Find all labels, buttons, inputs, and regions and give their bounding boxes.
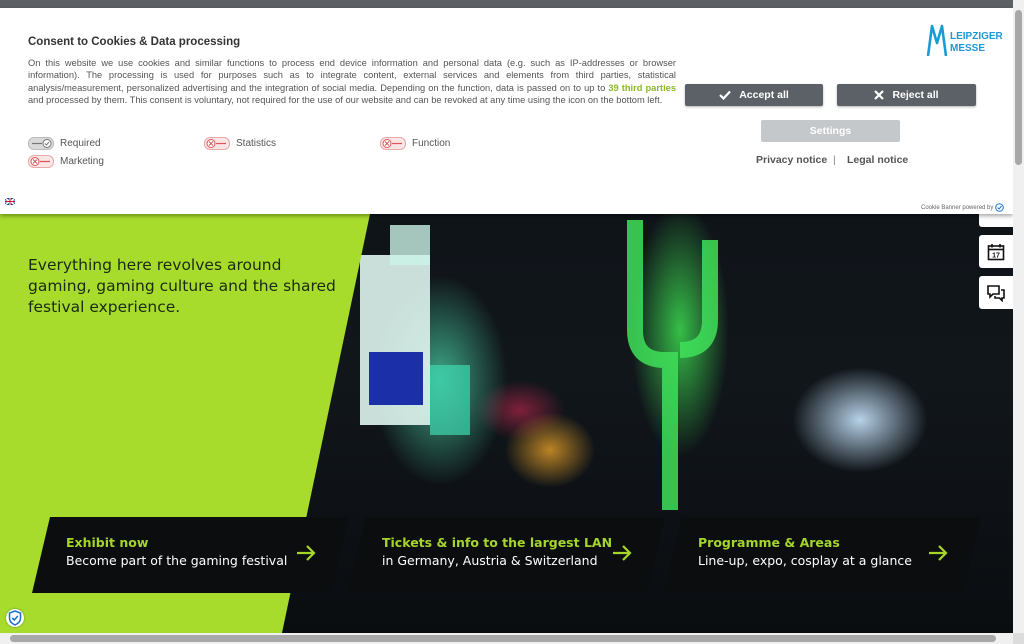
chat-button[interactable]	[979, 276, 1013, 309]
browser-top-strip	[0, 0, 1013, 8]
uk-flag-icon[interactable]	[5, 198, 15, 205]
toggle-label: Function	[412, 138, 451, 149]
third-parties-link[interactable]: 39 third parties	[608, 83, 676, 93]
cookie-banner: Consent to Cookies & Data processing On …	[0, 8, 1013, 214]
horizontal-scroll-thumb[interactable]	[10, 635, 996, 642]
toggle-switch	[28, 155, 54, 168]
leipziger-messe-logo[interactable]: LEIPZIGER MESSE	[926, 23, 1006, 64]
tile-subtitle: Line-up, expo, cosplay at a glance	[698, 553, 912, 568]
shield-check-icon	[8, 610, 22, 626]
tile-title: Programme & Areas	[698, 535, 840, 550]
shield-check-icon	[995, 203, 1005, 212]
links-separator: |	[833, 154, 836, 166]
toggle-function[interactable]: Function	[380, 137, 450, 150]
toggle-marketing[interactable]: Marketing	[28, 155, 104, 168]
settings-button[interactable]: Settings	[761, 120, 900, 142]
tile-subtitle: Become part of the gaming festival	[66, 553, 288, 568]
svg-text:MESSE: MESSE	[950, 43, 985, 54]
arrow-right-icon	[929, 545, 948, 561]
arrow-right-icon	[297, 545, 316, 561]
toggle-switch	[28, 137, 54, 150]
horizontal-scrollbar[interactable]	[0, 633, 1013, 644]
arrow-right-icon	[613, 545, 632, 561]
tile-programme-areas[interactable]: Programme & Areas Line-up, expo, cosplay…	[664, 517, 981, 593]
calendar-icon: 17	[987, 243, 1005, 260]
toggle-switch	[380, 137, 406, 150]
tile-title: Tickets & info to the largest LAN	[382, 535, 613, 550]
powered-by-label: Cookie Banner powered by	[921, 203, 1005, 212]
legal-notice-link[interactable]: Legal notice	[847, 154, 908, 166]
toggle-required[interactable]: Required	[28, 137, 101, 150]
cookie-description: On this website we use cookies and simil…	[28, 58, 676, 105]
toggle-statistics[interactable]: Statistics	[204, 137, 276, 150]
cookie-title: Consent to Cookies & Data processing	[28, 36, 241, 48]
scrollbar-corner	[1013, 633, 1024, 644]
checkmark-icon	[719, 90, 731, 100]
privacy-notice-link[interactable]: Privacy notice	[756, 154, 827, 166]
calendar-button[interactable]: 17	[979, 235, 1013, 268]
accept-all-button[interactable]: Accept all	[685, 84, 823, 106]
toggle-label: Marketing	[60, 156, 104, 167]
close-icon	[874, 90, 885, 100]
tile-title: Exhibit now	[66, 535, 149, 550]
svg-text:17: 17	[992, 252, 1000, 259]
toggle-label: Statistics	[236, 138, 277, 149]
reject-all-button[interactable]: Reject all	[837, 84, 976, 106]
hero-tagline: Everything here revolves around gaming, …	[28, 256, 336, 316]
toggle-label: Required	[60, 138, 101, 149]
tile-tickets-info[interactable]: Tickets & info to the largest LAN in Ger…	[348, 517, 665, 593]
tile-exhibit-now[interactable]: Exhibit now Become part of the gaming fe…	[32, 517, 349, 593]
chat-icon	[987, 284, 1005, 302]
svg-text:LEIPZIGER: LEIPZIGER	[950, 31, 1004, 42]
vertical-scroll-thumb[interactable]	[1015, 10, 1022, 165]
consent-settings-button[interactable]	[6, 609, 24, 627]
vertical-scrollbar[interactable]	[1013, 0, 1024, 633]
toggle-switch	[204, 137, 230, 150]
tile-subtitle: in Germany, Austria & Switzerland	[382, 553, 598, 568]
